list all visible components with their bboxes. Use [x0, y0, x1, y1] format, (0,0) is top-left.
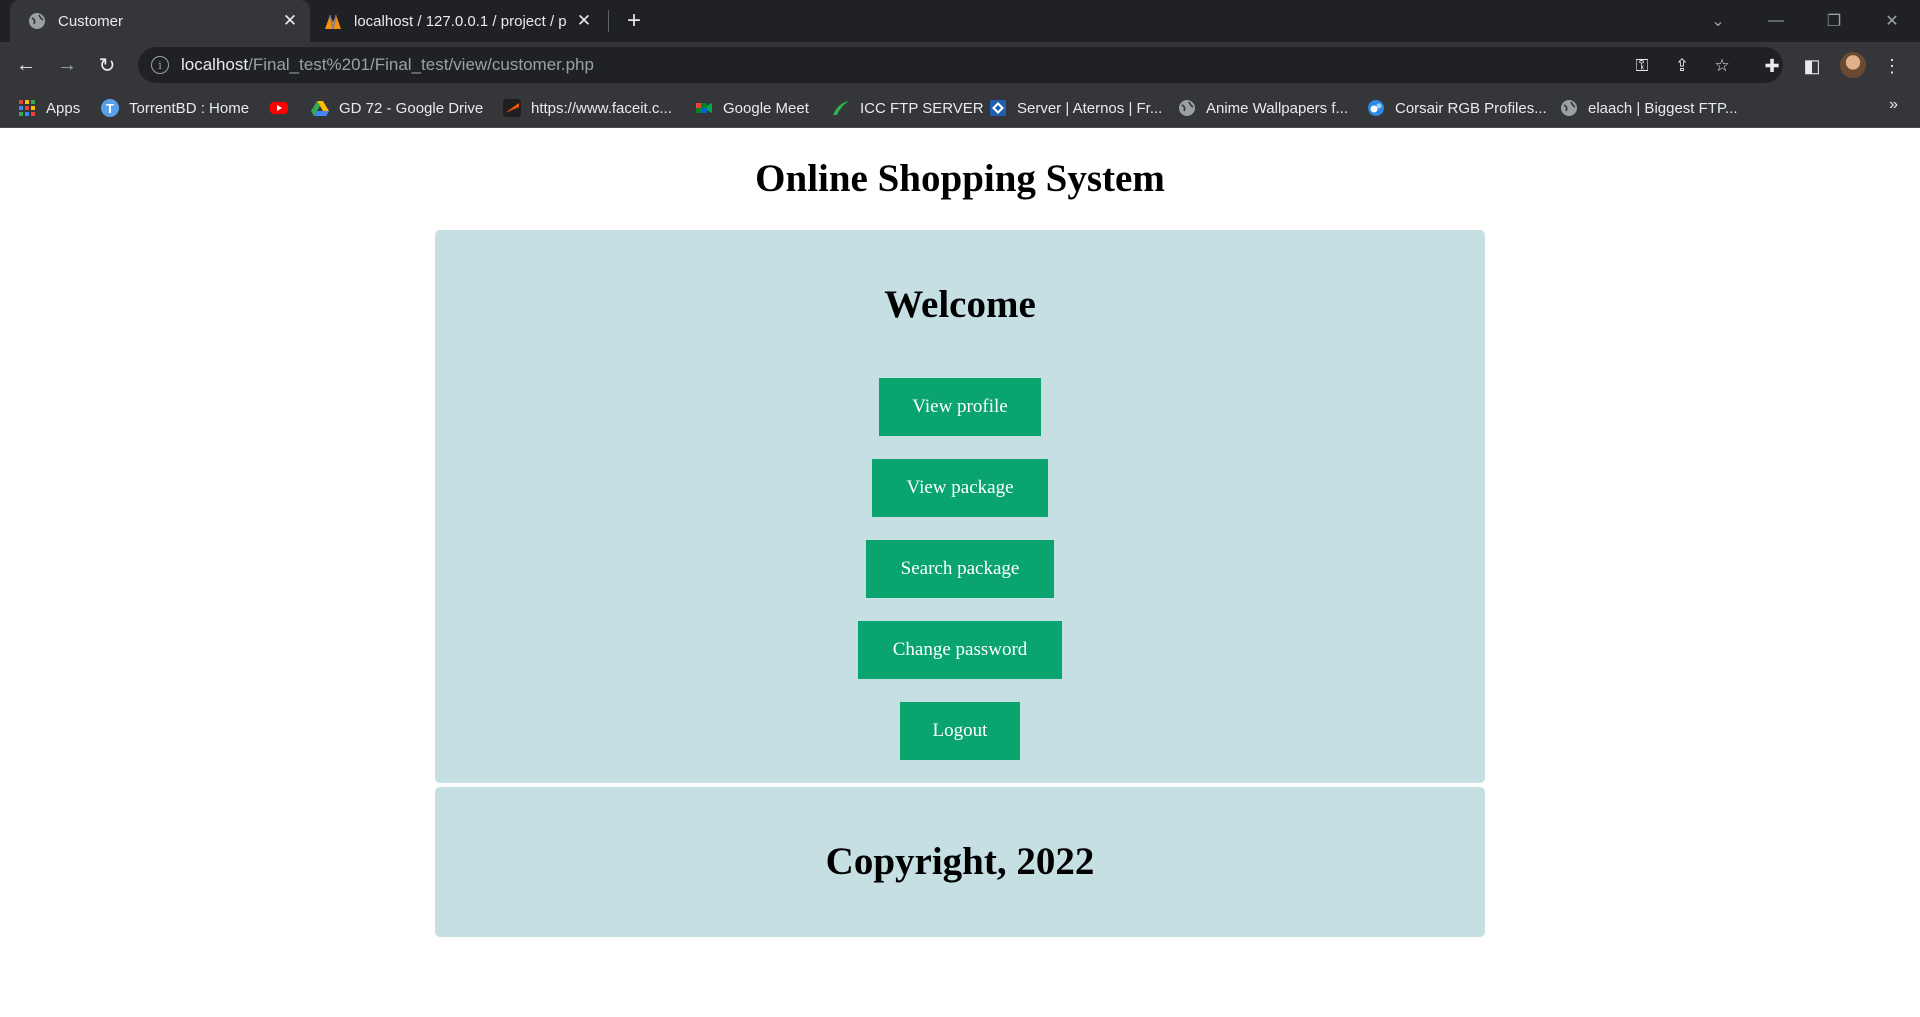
profile-avatar[interactable] — [1840, 52, 1866, 78]
footer-panel: Copyright, 2022 — [435, 787, 1485, 937]
logout-button[interactable]: Logout — [900, 702, 1020, 760]
forward-icon[interactable]: → — [51, 49, 83, 81]
apps-grid-icon — [19, 100, 35, 116]
tab-strip: Customer ✕ localhost / 127.0.0.1 / proje… — [0, 0, 1920, 42]
view-profile-button[interactable]: View profile — [879, 378, 1041, 436]
svg-text:T: T — [106, 101, 114, 116]
close-tab-icon[interactable]: ✕ — [570, 7, 598, 35]
bookmark-faceit[interactable]: https://www.faceit.c... — [503, 96, 672, 120]
youtube-icon — [270, 102, 288, 114]
back-icon[interactable]: ← — [10, 49, 42, 81]
extensions-icon[interactable]: ✚ — [1760, 54, 1784, 78]
corsair-icon — [1368, 100, 1384, 116]
more-bookmarks-icon[interactable]: » — [1889, 96, 1898, 114]
bookmark-torrentbd[interactable]: T TorrentBD : Home — [101, 96, 249, 120]
bookmark-corsair[interactable]: Corsair RGB Profiles... — [1367, 96, 1547, 120]
google-meet-icon — [696, 103, 712, 113]
globe-icon — [1561, 100, 1577, 116]
copyright-text: Copyright, 2022 — [825, 840, 1095, 883]
bookmark-anime-wallpapers[interactable]: Anime Wallpapers f... — [1178, 96, 1348, 120]
bookmark-star-icon[interactable]: ☆ — [1712, 56, 1732, 76]
tab-title: Customer — [58, 12, 124, 30]
browser-toolbar: ← → ↻ i localhost/Final_test%201/Final_t… — [0, 42, 1920, 88]
welcome-panel: Welcome View profile View package Search… — [435, 230, 1485, 783]
torrentbd-icon: T — [101, 99, 119, 117]
bookmark-icc-ftp[interactable]: ICC FTP SERVER — [832, 96, 984, 120]
phpmyadmin-icon — [325, 14, 341, 30]
tab-phpmyadmin[interactable]: localhost / 127.0.0.1 / project / p ✕ — [314, 0, 604, 42]
page-title: Online Shopping System — [755, 157, 1165, 200]
change-password-button[interactable]: Change password — [858, 621, 1062, 679]
minimize-icon[interactable]: — — [1748, 0, 1804, 42]
bookmark-elaach[interactable]: elaach | Biggest FTP... — [1560, 96, 1738, 120]
tab-search-icon[interactable]: ⌄ — [1690, 0, 1746, 42]
bookmark-apps[interactable]: Apps — [18, 96, 80, 120]
google-drive-icon — [311, 101, 329, 116]
icc-ftp-icon — [833, 101, 849, 115]
site-info-icon[interactable]: i — [151, 56, 169, 74]
share-icon[interactable]: ⇪ — [1672, 56, 1692, 76]
side-panel-icon[interactable]: ◧ — [1800, 54, 1824, 78]
search-package-button[interactable]: Search package — [866, 540, 1054, 598]
globe-icon — [29, 13, 45, 29]
bookmark-aternos[interactable]: Server | Aternos | Fr... — [989, 96, 1162, 120]
close-window-icon[interactable]: ✕ — [1864, 0, 1920, 42]
globe-icon — [1179, 100, 1195, 116]
tab-title: localhost / 127.0.0.1 / project / p — [354, 12, 567, 30]
aternos-icon — [990, 100, 1006, 116]
faceit-icon — [503, 99, 521, 117]
new-tab-icon[interactable]: + — [620, 7, 648, 35]
tab-customer[interactable]: Customer ✕ — [10, 0, 310, 42]
key-icon[interactable]: ⚿ — [1632, 56, 1652, 76]
view-package-button[interactable]: View package — [872, 459, 1048, 517]
close-tab-icon[interactable]: ✕ — [276, 7, 304, 35]
welcome-heading: Welcome — [884, 283, 1036, 326]
address-bar[interactable]: i localhost/Final_test%201/Final_test/vi… — [138, 47, 1783, 83]
restore-icon[interactable]: ❐ — [1806, 0, 1862, 42]
bookmark-google-drive[interactable]: GD 72 - Google Drive — [311, 96, 483, 120]
bookmark-youtube[interactable] — [270, 96, 288, 120]
tab-divider — [608, 10, 609, 32]
bookmarks-bar: Apps T TorrentBD : Home GD 72 - Google D… — [0, 88, 1920, 128]
reload-icon[interactable]: ↻ — [91, 49, 123, 81]
bookmark-google-meet[interactable]: Google Meet — [695, 96, 809, 120]
menu-icon[interactable]: ⋮ — [1880, 54, 1904, 78]
url-text[interactable]: localhost/Final_test%201/Final_test/view… — [181, 55, 594, 75]
